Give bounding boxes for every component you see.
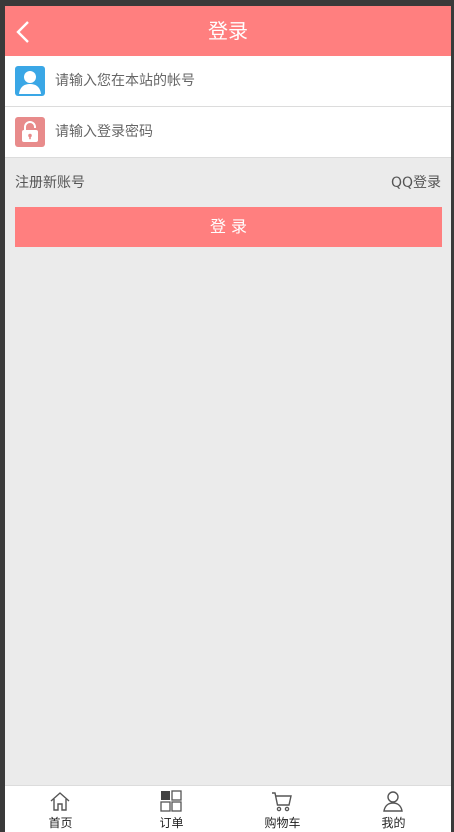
user-icon [15, 66, 45, 96]
tab-orders[interactable]: 订单 [116, 786, 227, 832]
app-frame: 登录 注册新账号 QQ登录 登 录 [5, 6, 451, 832]
username-row [5, 56, 451, 107]
user-outline-icon [383, 791, 403, 812]
tab-label: 订单 [159, 816, 184, 830]
cart-icon [272, 792, 292, 812]
password-input[interactable] [55, 107, 435, 157]
auth-links: 注册新账号 QQ登录 [15, 171, 441, 195]
password-row [5, 107, 451, 158]
grid-icon [160, 790, 182, 812]
bottom-tab-bar: 首页 订单 购物车 我的 [5, 785, 451, 832]
tab-profile[interactable]: 我的 [338, 786, 449, 832]
page-title: 登录 [208, 19, 248, 43]
home-icon [50, 792, 70, 811]
tab-cart[interactable]: 购物车 [227, 786, 338, 832]
tab-label: 购物车 [264, 816, 301, 830]
login-button[interactable]: 登 录 [15, 207, 442, 247]
tab-home[interactable]: 首页 [5, 786, 116, 832]
register-link[interactable]: 注册新账号 [15, 171, 85, 195]
lock-icon [15, 117, 45, 147]
top-bar: 登录 [5, 6, 451, 56]
tab-label: 首页 [48, 816, 73, 830]
username-input[interactable] [55, 56, 435, 106]
qq-login-link[interactable]: QQ登录 [391, 171, 441, 195]
tab-label: 我的 [381, 816, 406, 830]
